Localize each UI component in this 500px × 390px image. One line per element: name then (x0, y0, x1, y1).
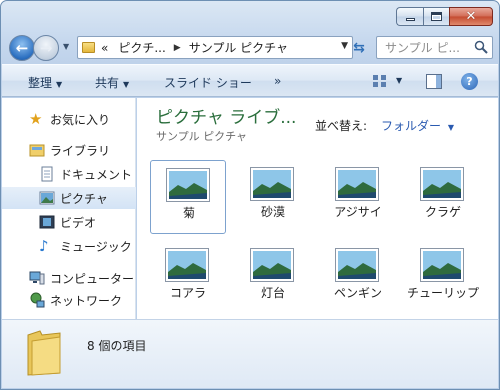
navigation-pane: ★ お気に入り ライブラリ ドキュメント ピクチャ ビデオ ♪ ミュージック コ… (2, 98, 136, 319)
forward-arrow-icon: → (39, 39, 53, 57)
computer-icon (29, 271, 45, 285)
more-commands-button[interactable]: » (274, 74, 281, 88)
nav-item-favorites[interactable]: ★ お気に入り (2, 108, 136, 130)
breadcrumb-pictures[interactable]: ピクチ... (118, 39, 165, 56)
nav-item-pictures[interactable]: ピクチャ (2, 187, 136, 209)
library-icon (29, 144, 45, 157)
organize-dropdown-icon: ▼ (56, 80, 63, 89)
file-item[interactable]: 菊 (150, 160, 226, 234)
search-placeholder: サンプル ピ... (385, 41, 460, 55)
image-thumbnail-icon (250, 167, 294, 201)
refresh-button[interactable]: ⇆ (345, 36, 373, 59)
file-item[interactable]: クラゲ (405, 160, 481, 234)
image-thumbnail-icon (335, 248, 379, 282)
content-pane: ピクチャ ライブ... サンプル ピクチャ 並べ替え: フォルダー ▼ 菊 砂漠 ア… (137, 98, 498, 319)
file-item[interactable]: アジサイ (320, 160, 396, 234)
arrange-by-value: フォルダー (381, 119, 442, 133)
image-thumbnail-icon (165, 248, 209, 282)
minimize-icon (405, 18, 415, 21)
navigation-row: ← → ▼ « ピクチ... ▶ サンプル ピクチャ ▼ ⇆ サンプル ピ... (7, 32, 493, 62)
refresh-icon: ⇆ (353, 39, 365, 56)
preview-pane-icon[interactable] (426, 74, 442, 89)
caption-buttons: ✕ (396, 7, 493, 26)
library-subtitle: サンプル ピクチャ (156, 130, 248, 143)
folder-icon (27, 330, 61, 376)
minimize-button[interactable] (396, 7, 423, 26)
library-title: ピクチャ ライブ... (156, 108, 297, 128)
nav-item-videos[interactable]: ビデオ (2, 211, 136, 233)
close-button[interactable]: ✕ (449, 7, 493, 26)
nav-label: ライブラリ (50, 143, 111, 158)
share-dropdown-icon: ▼ (123, 80, 130, 89)
nav-label: ドキュメント (60, 167, 133, 182)
star-icon: ★ (29, 110, 43, 128)
folder-icon (82, 42, 95, 53)
view-dropdown-icon[interactable]: ▼ (396, 76, 402, 85)
breadcrumb-sample-pictures[interactable]: サンプル ピクチャ (189, 39, 288, 56)
video-icon (39, 215, 55, 229)
forward-button[interactable]: → (33, 35, 59, 61)
organize-label: 整理 (28, 76, 53, 90)
image-thumbnail-icon (420, 167, 464, 201)
file-item[interactable]: 灯台 (235, 241, 311, 315)
nav-item-documents[interactable]: ドキュメント (2, 163, 136, 185)
image-thumbnail-icon (335, 167, 379, 201)
nav-label: お気に入り (50, 112, 111, 127)
close-icon: ✕ (465, 9, 477, 24)
help-icon[interactable]: ? (461, 73, 478, 90)
nav-label: コンピューター (50, 271, 135, 286)
image-thumbnail-icon (166, 168, 210, 202)
explorer-window: ✕ ← → ▼ « ピクチ... ▶ サンプル ピクチャ ▼ ⇆ サンプル ピ.… (0, 0, 500, 390)
file-item[interactable]: チューリップ (405, 241, 481, 315)
breadcrumb-separator-icon[interactable]: ▶ (174, 43, 181, 53)
file-item[interactable]: 砂漠 (235, 160, 311, 234)
file-name: コアラ (169, 286, 206, 300)
arrange-dropdown-icon: ▼ (447, 123, 454, 132)
file-name: アジサイ (334, 205, 382, 219)
arrange-by-label: 並べ替え: (315, 119, 368, 133)
file-name: チューリップ (406, 286, 479, 300)
breadcrumb: « ピクチ... ▶ サンプル ピクチャ (101, 39, 288, 56)
image-thumbnail-icon (420, 248, 464, 282)
search-icon (474, 40, 488, 54)
share-menu[interactable]: 共有 ▼ (95, 74, 129, 91)
file-item[interactable]: コアラ (150, 241, 226, 315)
maximize-button[interactable] (423, 7, 449, 26)
file-name: 灯台 (260, 286, 285, 300)
file-name: クラゲ (424, 205, 461, 219)
arrange-by-dropdown[interactable]: フォルダー ▼ (381, 117, 454, 134)
file-item[interactable]: ペンギン (320, 241, 396, 315)
file-name: 菊 (182, 206, 195, 220)
nav-item-libraries[interactable]: ライブラリ (2, 139, 136, 161)
item-count: 8 個の項目 (87, 339, 147, 353)
organize-menu[interactable]: 整理 ▼ (28, 74, 62, 91)
recent-pages-dropdown[interactable]: ▼ (63, 42, 69, 51)
back-arrow-icon: ← (15, 39, 29, 57)
nav-label: ピクチャ (60, 191, 108, 206)
network-icon (30, 292, 45, 308)
nav-item-network[interactable]: ネットワーク (2, 289, 136, 311)
command-bar: 整理 ▼ 共有 ▼ スライド ショー » ▼ ? (2, 64, 498, 97)
search-input[interactable]: サンプル ピ... (376, 36, 493, 59)
document-icon (41, 166, 53, 182)
details-pane: 8 個の項目 (2, 319, 498, 388)
pictures-icon (39, 191, 55, 205)
nav-label: ネットワーク (50, 293, 123, 308)
change-view-icon[interactable] (372, 73, 388, 89)
breadcrumb-overflow[interactable]: « (101, 41, 108, 55)
file-name: ペンギン (333, 286, 382, 300)
maximize-icon (431, 12, 442, 21)
share-label: 共有 (95, 76, 120, 90)
back-button[interactable]: ← (9, 35, 35, 61)
address-bar[interactable]: « ピクチ... ▶ サンプル ピクチャ ▼ (77, 36, 353, 59)
slideshow-button[interactable]: スライド ショー (164, 74, 252, 91)
file-name: 砂漠 (260, 205, 285, 219)
image-thumbnail-icon (250, 248, 294, 282)
nav-item-music[interactable]: ♪ ミュージック (2, 235, 136, 257)
nav-label: ビデオ (60, 215, 97, 230)
music-note-icon: ♪ (39, 237, 49, 255)
nav-item-computer[interactable]: コンピューター (2, 267, 136, 289)
nav-label: ミュージック (60, 239, 132, 254)
